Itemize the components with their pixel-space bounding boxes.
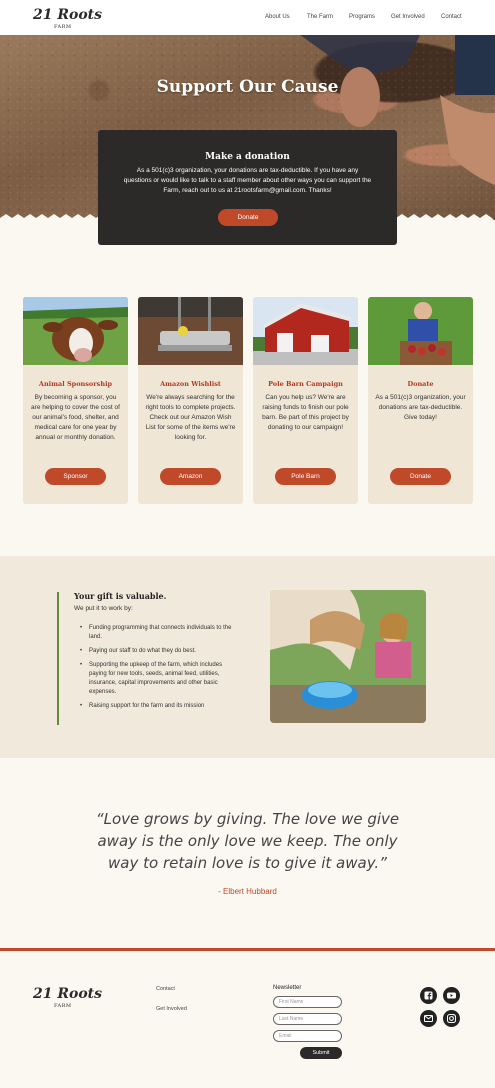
- calf-photo: [23, 297, 128, 365]
- email-icon[interactable]: [420, 1010, 437, 1027]
- list-item: Paying our staff to do what they do best…: [80, 647, 235, 656]
- gift-title: Your gift is valuable.: [74, 591, 167, 601]
- youtube-icon[interactable]: [443, 987, 460, 1004]
- donation-title: Make a donation: [205, 152, 290, 162]
- footer-link-contact[interactable]: Contact: [156, 986, 175, 992]
- list-item: Funding programming that connects indivi…: [80, 624, 235, 642]
- footer-logo[interactable]: 21 Roots FARM: [33, 987, 102, 1009]
- card-donate: Donate As a 501(c)3 organization, your d…: [368, 297, 473, 504]
- submit-button[interactable]: Submit: [300, 1047, 342, 1059]
- site-footer: 21 Roots FARM Contact Get Involved Newsl…: [0, 951, 495, 1088]
- list-item: Supporting the upkeep of the farm, which…: [80, 661, 235, 697]
- hero-title: Support Our Cause: [156, 77, 339, 97]
- newsletter-title: Newsletter: [273, 985, 302, 991]
- card-text: As a 501(c)3 organization, your donation…: [375, 394, 466, 421]
- apples-photo: [368, 297, 473, 365]
- email-field[interactable]: Email: [273, 1030, 342, 1042]
- nav-get-involved[interactable]: Get Involved: [391, 14, 425, 20]
- donate-card-button[interactable]: Donate: [390, 468, 451, 485]
- footer-link-get-involved[interactable]: Get Involved: [156, 1006, 187, 1012]
- amazon-button[interactable]: Amazon: [160, 468, 221, 485]
- last-name-field[interactable]: Last Name: [273, 1013, 342, 1025]
- nav-programs[interactable]: Programs: [349, 14, 375, 20]
- donation-panel: Make a donation As a 501(c)3 organizatio…: [98, 130, 397, 245]
- card-text: Can you help us? We're are raising funds…: [262, 394, 349, 431]
- accent-bar: [57, 592, 59, 725]
- tiller-photo: [138, 297, 243, 365]
- list-item: Raising support for the farm and its mis…: [80, 702, 235, 711]
- nav-about-us[interactable]: About Us: [265, 14, 290, 20]
- nav-contact[interactable]: Contact: [441, 14, 462, 20]
- instagram-icon[interactable]: [443, 1010, 460, 1027]
- card-animal-sponsorship: Animal Sponsorship By becoming a sponsor…: [23, 297, 128, 504]
- quote-text: “Love grows by giving. The love we give …: [95, 810, 400, 872]
- goat-child-photo: [270, 590, 426, 723]
- main-nav: About Us The Farm Programs Get Involved …: [0, 14, 495, 24]
- nav-the-farm[interactable]: The Farm: [307, 14, 333, 20]
- card-amazon-wishlist: Amazon Wishlist We're always searching f…: [138, 297, 243, 504]
- facebook-icon[interactable]: [420, 987, 437, 1004]
- sponsor-button[interactable]: Sponsor: [45, 468, 106, 485]
- first-name-field[interactable]: First Name: [273, 996, 342, 1008]
- barn-photo: [253, 297, 358, 365]
- logo-subtext: FARM: [54, 1003, 72, 1009]
- card-title: Donate: [407, 380, 434, 388]
- site-header: 21 Roots FARM About Us The Farm Programs…: [0, 0, 495, 35]
- card-text: We're always searching for the right too…: [145, 394, 236, 441]
- donate-button[interactable]: Donate: [218, 209, 278, 226]
- gift-list: Funding programming that connects indivi…: [80, 624, 235, 716]
- card-title: Pole Barn Campaign: [268, 380, 343, 388]
- donation-text: As a 501(c)3 organization, your donation…: [123, 167, 372, 194]
- quote-author: - Elbert Hubbard: [218, 887, 277, 896]
- card-text: By becoming a sponsor, you are helping t…: [31, 394, 120, 441]
- gift-section: Your gift is valuable. We put it to work…: [0, 556, 495, 758]
- card-title: Animal Sponsorship: [38, 380, 113, 388]
- card-pole-barn-campaign: Pole Barn Campaign Can you help us? We'r…: [253, 297, 358, 504]
- gift-subtitle: We put it to work by:: [74, 605, 133, 612]
- pole-barn-button[interactable]: Pole Barn: [275, 468, 336, 485]
- card-title: Amazon Wishlist: [160, 380, 221, 388]
